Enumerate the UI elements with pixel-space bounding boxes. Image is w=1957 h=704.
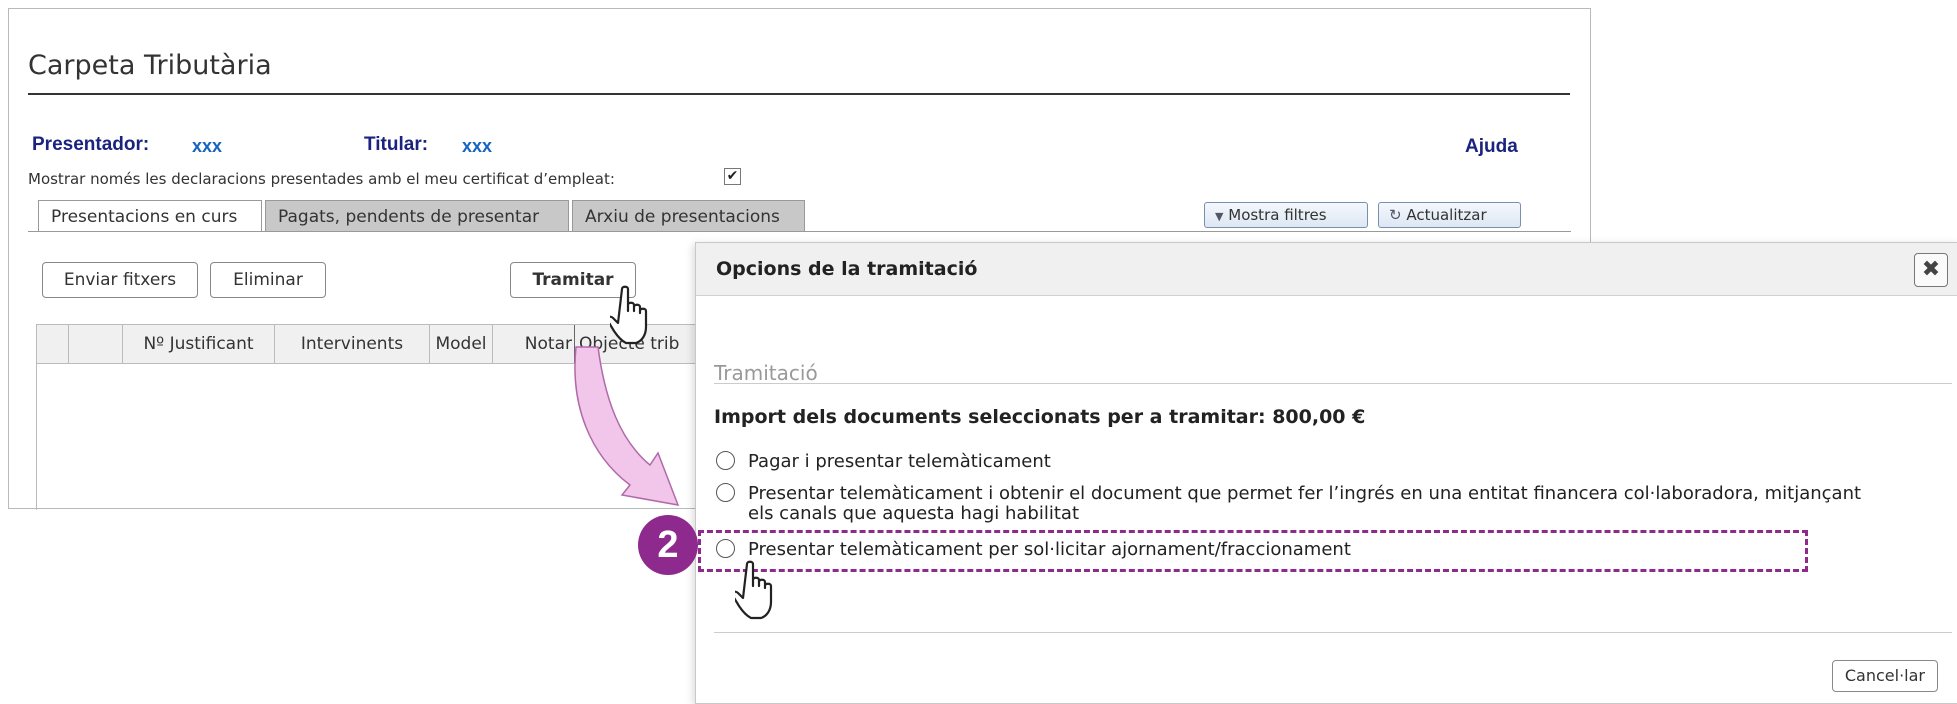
page-title: Carpeta Tributària xyxy=(28,50,272,81)
option-present-bank-radio[interactable] xyxy=(716,483,735,502)
presenter-label: Presentador: xyxy=(32,134,150,155)
chevron-down-icon: ▼ xyxy=(1215,210,1224,223)
tab-underline xyxy=(28,231,1571,232)
tab-pagats-pendents[interactable]: Pagats, pendents de presentar xyxy=(265,200,569,232)
grid-col-intervinents[interactable]: Intervinents xyxy=(275,325,430,363)
presenter-value: xxx xyxy=(192,136,223,156)
section-title: Tramitació xyxy=(714,361,818,385)
title-divider xyxy=(28,93,1570,95)
grid-col-notar[interactable]: Notar xyxy=(493,325,575,363)
grid-col-status xyxy=(69,325,123,363)
cert-filter-label: Mostrar només les declaracions presentad… xyxy=(28,170,615,188)
refresh-icon: ↻ xyxy=(1389,206,1402,224)
holder-label: Titular: xyxy=(364,134,429,155)
hand-cursor-icon xyxy=(610,285,648,345)
grid-col-model[interactable]: Model xyxy=(430,325,493,363)
send-files-button[interactable]: Enviar fitxers xyxy=(42,262,198,298)
flow-arrow-icon xyxy=(574,346,680,506)
hand-cursor-icon xyxy=(735,560,773,620)
dialog-footer-divider xyxy=(714,632,1952,633)
show-filters-button[interactable]: ▼ Mostra filtres xyxy=(1204,202,1368,228)
show-filters-label: Mostra filtres xyxy=(1228,206,1327,224)
tab-presentacions-en-curs[interactable]: Presentacions en curs xyxy=(38,200,262,232)
section-divider xyxy=(714,383,1952,384)
close-icon[interactable]: ✖ xyxy=(1914,253,1948,287)
refresh-label: Actualitzar xyxy=(1406,206,1487,224)
option-pay-present-radio[interactable] xyxy=(716,451,735,470)
option-highlight-box xyxy=(698,530,1808,572)
tab-arxiu-presentacions[interactable]: Arxiu de presentacions xyxy=(572,200,805,232)
option-present-bank-line1: Presentar telemàticament i obtenir el do… xyxy=(748,483,1862,504)
grid-col-justificant[interactable]: Nº Justificant xyxy=(123,325,275,363)
option-present-bank-label: Presentar telemàticament i obtenir el do… xyxy=(748,484,1861,524)
option-present-bank-line2: els canals que aquesta hagi habilitat xyxy=(748,503,1079,524)
refresh-button[interactable]: ↻ Actualitzar xyxy=(1378,202,1521,228)
amount-text: Import dels documents seleccionats per a… xyxy=(714,406,1366,428)
help-link[interactable]: Ajuda xyxy=(1465,136,1518,158)
dialog-header: Opcions de la tramitació ✖ xyxy=(696,243,1957,296)
grid-col-select xyxy=(37,325,69,363)
cert-filter-checkbox[interactable]: ✔ xyxy=(724,168,741,185)
option-pay-present-label: Pagar i presentar telemàticament xyxy=(748,451,1051,472)
dialog-title: Opcions de la tramitació xyxy=(716,258,978,280)
delete-button[interactable]: Eliminar xyxy=(210,262,326,298)
cancel-button[interactable]: Cancel·lar xyxy=(1831,660,1938,692)
processing-options-dialog: Opcions de la tramitació ✖ Tramitació Im… xyxy=(695,242,1957,704)
step-badge: 2 xyxy=(638,515,698,575)
holder-value: xxx xyxy=(462,136,493,156)
